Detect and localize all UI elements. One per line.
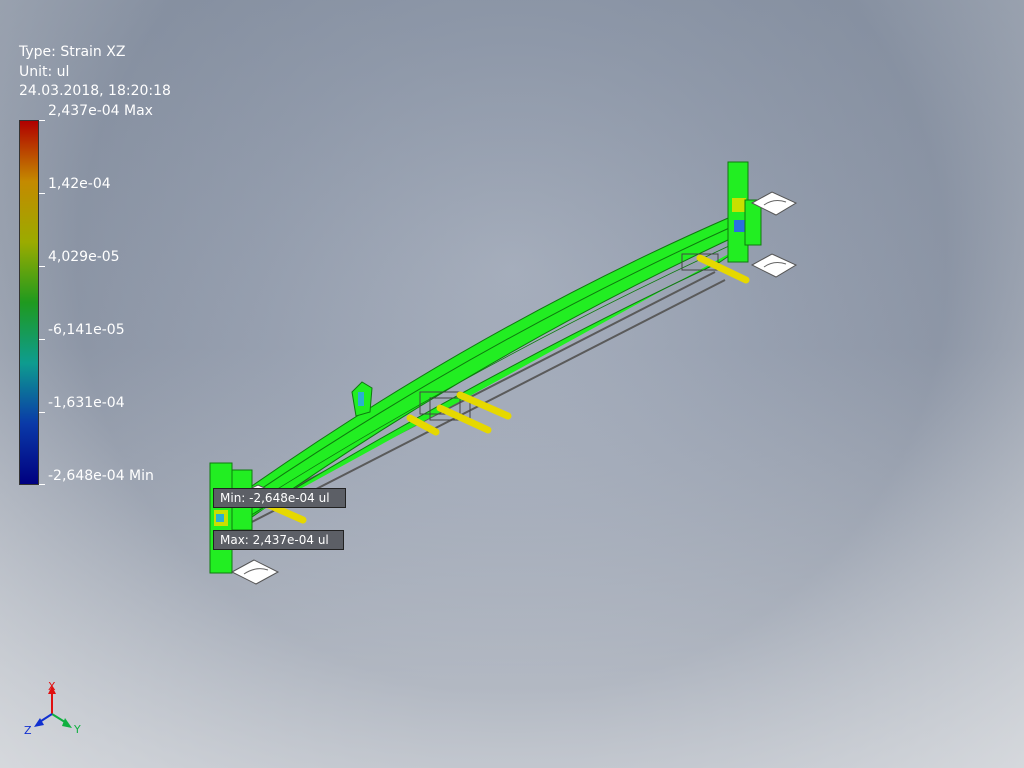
result-timestamp: 24.03.2018, 18:20:18 [19,83,171,99]
y-axis-arrow-icon [62,718,72,728]
fea-model-view[interactable] [0,0,1024,768]
legend-tick: 4,029e-05 [48,249,120,265]
legend-tick: -1,631e-04 [48,395,125,411]
legend-tick-max: 2,437e-04 Max [48,103,153,119]
result-unit-label: Unit: ul [19,63,70,80]
legend-tick-mark [39,120,45,121]
legend-tick-min: -2,648e-04 Min [48,468,154,484]
legend-tick-mark [39,266,45,267]
legend-tick-mark [39,412,45,413]
left-end-bracket [209,462,253,574]
x-axis-label: X [48,680,56,693]
y-axis-label: Y [73,723,81,736]
legend-tick: -6,141e-05 [48,322,125,338]
right-end-bracket [727,161,762,263]
view-triad[interactable]: X Y Z [18,678,88,740]
color-scale-bar [19,120,39,485]
legend-tick: 1,42e-04 [48,176,111,192]
main-frame-beam [224,214,746,523]
mid-bracket [351,381,373,417]
z-axis-label: Z [24,724,32,737]
result-legend-header: Type: Strain XZ Unit: ul 24.03.2018, 18:… [19,43,171,102]
result-type-label: Type: Strain XZ [19,44,126,60]
max-probe-label[interactable]: Max: 2,437e-04 ul [213,530,344,550]
min-probe-label[interactable]: Min: -2,648e-04 ul [213,488,346,508]
legend-tick-mark [39,484,45,485]
legend-tick-mark [39,193,45,194]
legend-tick-mark [39,339,45,340]
